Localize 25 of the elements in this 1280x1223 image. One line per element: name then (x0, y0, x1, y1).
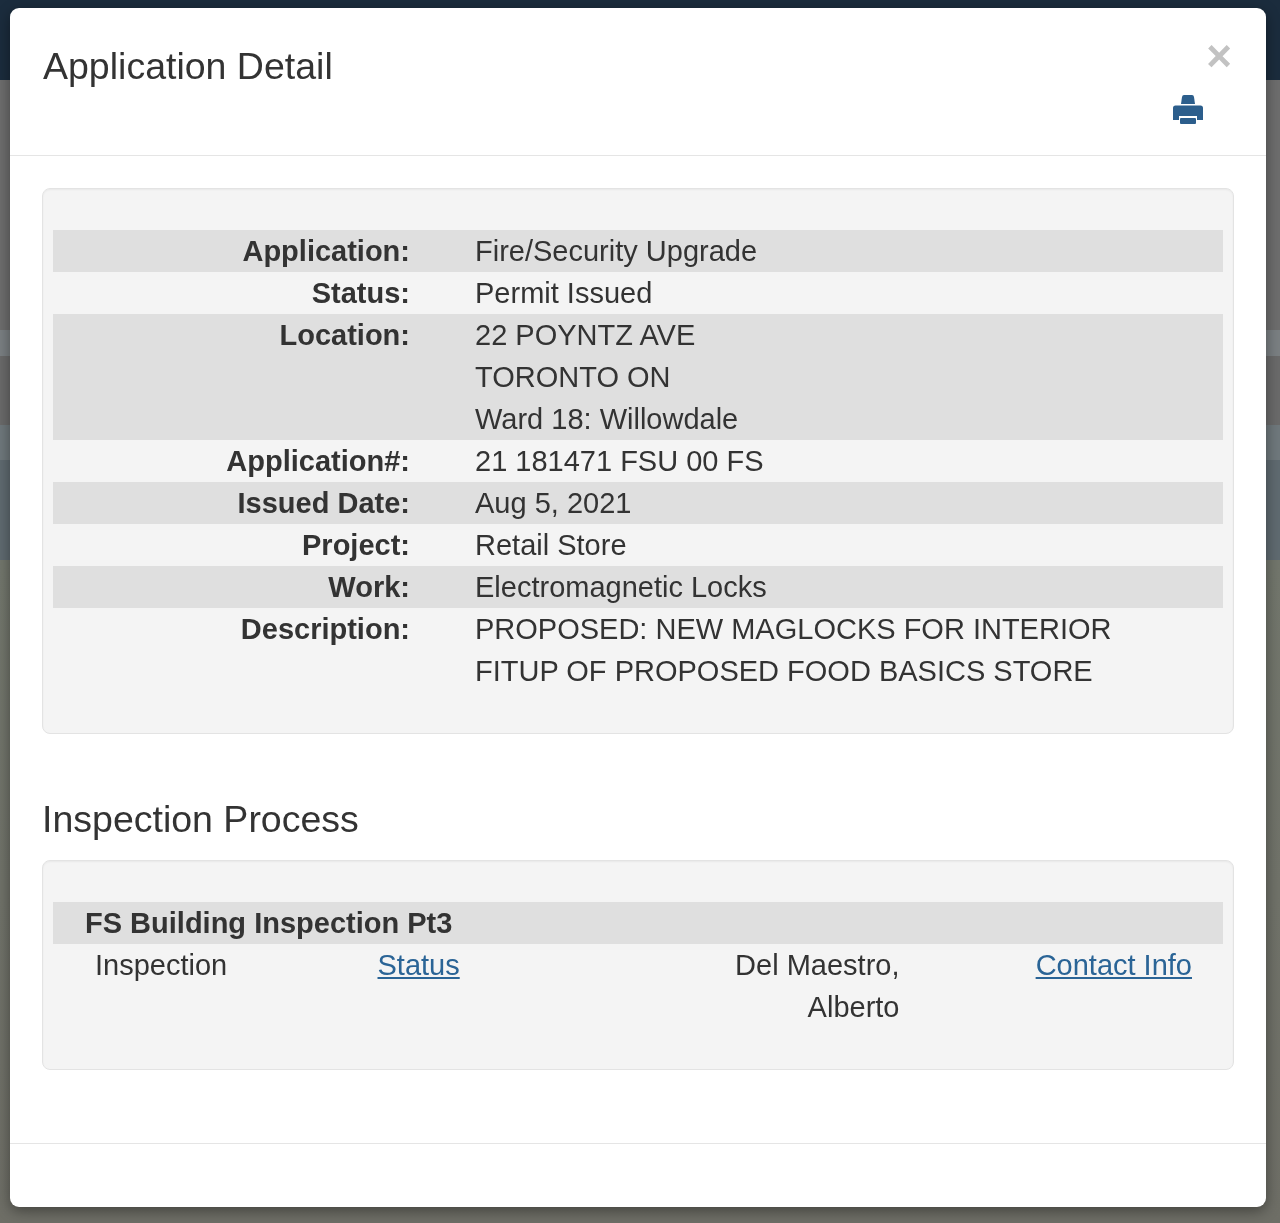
field-value: 22 POYNTZ AVE TORONTO ON Ward 18: Willowdale (475, 319, 739, 435)
field-value: 21 181471 FSU 00 FS (475, 445, 764, 477)
inspector-name: Del Maestro, Alberto (735, 949, 900, 1023)
field-label: Application: (242, 235, 410, 267)
field-value: Permit Issued (475, 277, 653, 309)
inspection-type: Inspection (95, 949, 228, 981)
inspection-group-header: FS Building Inspection Pt3 (53, 902, 1223, 944)
section-heading: Inspection Process (42, 799, 360, 840)
field-value: Aug 5, 2021 (475, 487, 632, 519)
field-value: PROPOSED: NEW MAGLOCKS FOR INTERIOR FITUP OF PROPOSED FOOD BASICS STORE (475, 613, 1112, 687)
dialog-title: Application Detail (43, 46, 333, 87)
field-value: Retail Store (475, 529, 627, 561)
field-value: Electromagnetic Locks (475, 571, 767, 603)
field-label: Application#: (226, 445, 410, 477)
field-label: Status: (311, 277, 410, 309)
field-label: Project: (302, 529, 410, 561)
field-label: Work: (328, 571, 410, 603)
field-label: Location: (279, 319, 410, 351)
field-label: Issued Date: (237, 487, 410, 519)
status-link[interactable]: Status (377, 949, 460, 981)
field-label: Description: (240, 613, 410, 645)
printer-icon (1173, 95, 1203, 124)
print-button[interactable] (1173, 95, 1203, 124)
field-value: Fire/Security Upgrade (475, 235, 758, 267)
contact-info-link[interactable]: Contact Info (1035, 949, 1192, 981)
